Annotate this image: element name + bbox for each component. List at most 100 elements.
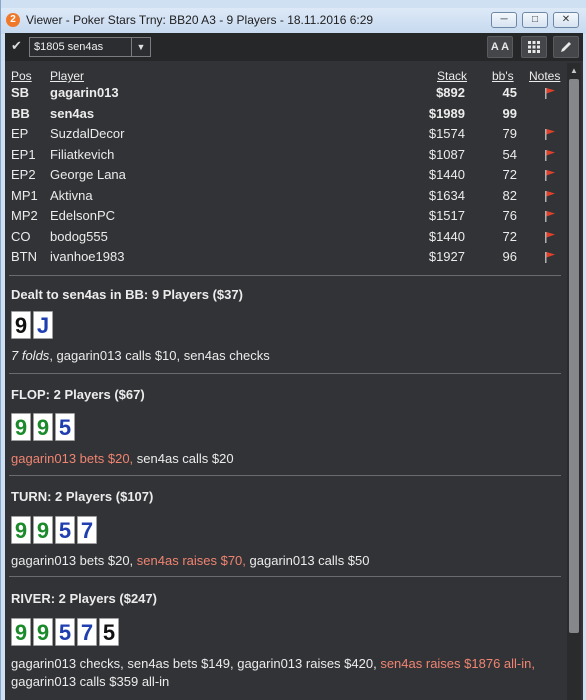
playing-card: 9 xyxy=(11,618,31,646)
table-row[interactable]: BB sen4as $1989 99 xyxy=(11,106,561,126)
grid-icon xyxy=(528,41,540,53)
row-bbs: 82 xyxy=(502,187,517,203)
toolbar: ✔ $1805 sen4as ▼ A A xyxy=(5,33,583,61)
row-bbs: 54 xyxy=(502,146,517,162)
table-row[interactable]: EP SuzdalDecor $1574 79 xyxy=(11,126,561,146)
note-flag-icon[interactable] xyxy=(544,87,556,102)
row-bbs: 72 xyxy=(502,167,517,182)
player-select[interactable]: $1805 sen4as ▼ xyxy=(29,37,151,57)
window-title: Viewer - Poker Stars Trny: BB20 A3 - 9 P… xyxy=(26,13,374,27)
note-flag-icon[interactable] xyxy=(544,210,556,225)
playing-card: 9 xyxy=(11,413,31,441)
header-pos[interactable]: Pos xyxy=(11,69,32,83)
playing-card: 9 xyxy=(11,516,31,544)
edit-button[interactable] xyxy=(553,36,579,58)
playing-card: 5 xyxy=(55,516,75,544)
maximize-button[interactable]: □ xyxy=(522,12,548,28)
row-pos: CO xyxy=(11,228,31,244)
header-stack[interactable]: Stack xyxy=(437,69,467,83)
note-flag-icon[interactable] xyxy=(544,169,556,184)
row-stack: $1989 xyxy=(428,105,465,121)
note-flag-icon[interactable] xyxy=(544,128,556,143)
street-action: gagarin013 bets $20, sen4as raises $70, … xyxy=(11,553,370,568)
title-bar[interactable]: 2 Viewer - Poker Stars Trny: BB20 A3 - 9… xyxy=(1,8,586,34)
row-player: George Lana xyxy=(50,167,126,182)
street-divider xyxy=(9,275,561,276)
street-title: FLOP: 2 Players ($67) xyxy=(11,387,145,402)
table-row[interactable]: EP1 Filiatkevich $1087 54 xyxy=(11,147,561,167)
row-player: ivanhoe1983 xyxy=(50,249,125,264)
row-player: SuzdalDecor xyxy=(50,126,125,141)
row-pos: EP xyxy=(11,126,29,141)
playing-card: 9 xyxy=(11,311,31,339)
scroll-thumb[interactable] xyxy=(569,79,579,633)
row-stack: $1634 xyxy=(428,187,465,203)
row-stack: $1440 xyxy=(428,167,465,182)
street-title: RIVER: 2 Players ($247) xyxy=(11,591,157,606)
chevron-down-icon[interactable]: ▼ xyxy=(131,38,150,56)
close-button[interactable]: ✕ xyxy=(553,12,579,28)
row-bbs: 45 xyxy=(502,85,517,100)
header-bbs[interactable]: bb's xyxy=(492,69,514,83)
minimize-icon: ─ xyxy=(500,14,508,25)
scroll-up-icon[interactable]: ▲ xyxy=(567,65,581,77)
playing-card: 5 xyxy=(99,618,119,646)
row-stack: $892 xyxy=(436,85,465,100)
row-pos: EP1 xyxy=(11,146,36,162)
table-header: Pos Player Stack bb's Notes xyxy=(11,69,561,84)
playing-card: 7 xyxy=(77,618,97,646)
note-flag-icon[interactable] xyxy=(544,251,556,266)
row-bbs: 72 xyxy=(502,228,517,244)
playing-card: J xyxy=(33,311,53,339)
street-title: TURN: 2 Players ($107) xyxy=(11,489,154,504)
row-player: Filiatkevich xyxy=(50,146,115,162)
row-player: EdelsonPC xyxy=(50,208,116,223)
header-notes[interactable]: Notes xyxy=(529,69,560,83)
player-select-value: $1805 sen4as xyxy=(34,41,104,53)
row-player: bodog555 xyxy=(50,228,108,244)
viewer-window: 2 Viewer - Poker Stars Trny: BB20 A3 - 9… xyxy=(0,0,586,700)
action-segment: sen4as raises $70, xyxy=(136,553,246,568)
table-row[interactable]: SB gagarin013 $892 45 xyxy=(11,85,561,105)
table-row[interactable]: MP2 EdelsonPC $1517 76 xyxy=(11,208,561,228)
scrollbar[interactable]: ▲ xyxy=(567,63,581,700)
street-action: 7 folds, gagarin013 calls $10, sen4as ch… xyxy=(11,348,270,363)
row-pos: EP2 xyxy=(11,167,36,182)
row-stack: $1087 xyxy=(428,146,465,162)
row-stack: $1574 xyxy=(428,126,465,141)
playing-card: 5 xyxy=(55,413,75,441)
action-segment: sen4as raises $1876 all-in, xyxy=(380,656,535,671)
table-row[interactable]: MP1 Aktivna $1634 82 xyxy=(11,188,561,208)
row-bbs: 79 xyxy=(502,126,517,141)
note-flag-icon[interactable] xyxy=(544,149,556,164)
playing-card: 9 xyxy=(33,413,53,441)
playing-card: 7 xyxy=(77,516,97,544)
row-bbs: 96 xyxy=(502,249,517,264)
action-segment: gagarin013 calls $50 xyxy=(245,553,370,568)
playing-card: 9 xyxy=(33,618,53,646)
street-divider xyxy=(9,576,561,577)
table-row[interactable]: EP2 George Lana $1440 72 xyxy=(11,167,561,187)
maximize-icon: □ xyxy=(531,14,539,25)
note-flag-icon[interactable] xyxy=(544,190,556,205)
action-segment: gagarin013 bets $20, xyxy=(11,451,134,466)
row-pos: SB xyxy=(11,85,30,100)
playing-card: 9 xyxy=(33,516,53,544)
table-row[interactable]: BTN ivanhoe1983 $1927 96 xyxy=(11,249,561,269)
street-action: gagarin013 bets $20, sen4as calls $20 xyxy=(11,451,234,466)
table-row[interactable]: CO bodog555 $1440 72 xyxy=(11,229,561,249)
check-icon[interactable]: ✔ xyxy=(11,39,23,52)
grid-button[interactable] xyxy=(521,36,547,58)
minimize-button[interactable]: ─ xyxy=(491,12,517,28)
action-segment: gagarin013 checks, sen4as bets $149, gag… xyxy=(11,656,381,671)
font-size-button[interactable]: A A xyxy=(487,36,513,58)
note-flag-icon[interactable] xyxy=(544,231,556,246)
street-action: gagarin013 checks, sen4as bets $149, gag… xyxy=(11,656,535,671)
pencil-icon xyxy=(561,42,571,52)
row-stack: $1927 xyxy=(428,249,465,264)
header-player[interactable]: Player xyxy=(50,69,84,83)
action-segment: , gagarin013 calls $10, sen4as checks xyxy=(49,348,270,363)
row-stack: $1517 xyxy=(428,208,465,223)
playing-card: 5 xyxy=(55,618,75,646)
row-pos: BB xyxy=(11,105,30,121)
